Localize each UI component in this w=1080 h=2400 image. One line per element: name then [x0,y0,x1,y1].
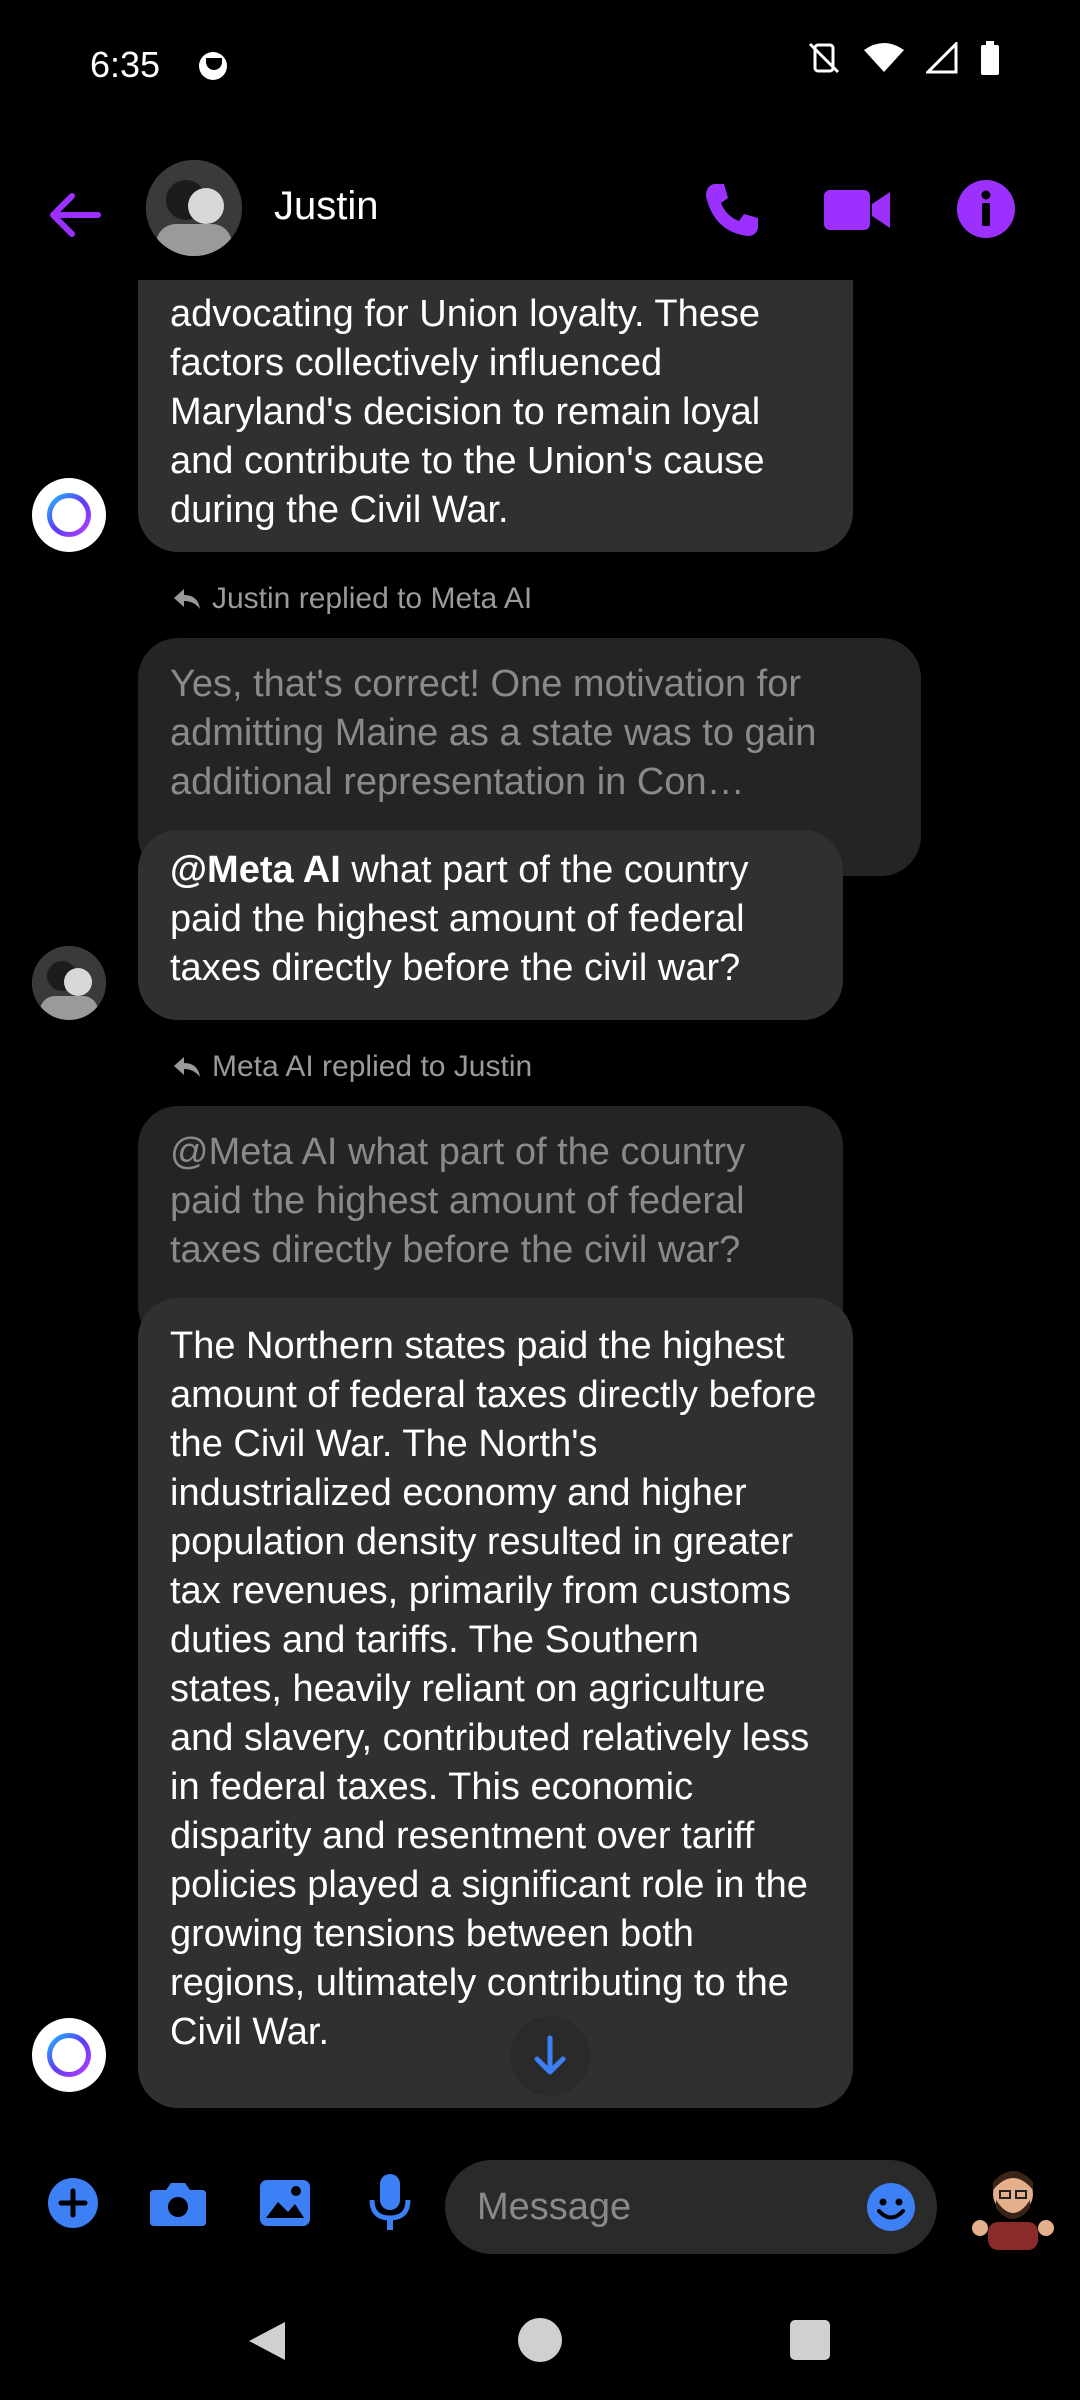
reply-arrow-icon [174,1057,200,1077]
reply-indicator: Meta AI replied to Justin [172,1050,532,1084]
info-icon[interactable] [955,178,1017,240]
message-list[interactable]: advocating for Union loyalty. These fact… [0,280,1080,2130]
scroll-to-bottom-button[interactable] [510,2016,590,2096]
ai-message-bubble[interactable]: advocating for Union loyalty. These fact… [138,280,853,552]
phone-icon[interactable] [700,178,764,242]
ai-message-bubble[interactable]: The Northern states paid the highest amo… [138,1298,853,2108]
user-message-bubble[interactable]: @Meta AI what part of the country paid t… [138,830,843,1020]
avatar-sticker-icon[interactable] [970,2164,1056,2250]
emoji-icon[interactable] [866,2182,916,2232]
wifi-icon [864,42,904,79]
contact-name[interactable]: Justin [274,184,379,229]
vibrate-off-icon [806,40,842,81]
reply-arrow-icon [174,589,200,609]
quoted-message-text: Yes, that's correct! One motivation for … [170,663,817,803]
ai-message-text: The Northern states paid the highest amo… [170,1325,817,2053]
status-bar: 6:35 [0,0,1080,135]
message-composer [0,2150,1080,2270]
notification-icon [199,52,227,80]
message-input[interactable] [445,2160,937,2254]
sender-avatar[interactable] [32,946,106,1020]
reply-indicator-text: Justin replied to Meta AI [212,582,533,615]
reply-indicator-text: Meta AI replied to Justin [212,1050,533,1083]
back-arrow-icon[interactable] [40,180,110,250]
battery-icon [980,41,1000,80]
system-nav-bar [0,2280,1080,2400]
quoted-message-text: @Meta AI what part of the country paid t… [170,1131,746,1271]
status-time: 6:35 [90,44,161,85]
nav-home-icon[interactable] [518,2318,562,2362]
contact-avatar[interactable] [146,160,242,256]
nav-back-icon[interactable] [245,2318,289,2364]
video-camera-icon[interactable] [822,178,892,242]
mention[interactable]: @Meta AI [170,849,341,891]
plus-icon[interactable] [46,2176,100,2230]
ai-message-text: advocating for Union loyalty. These fact… [170,293,765,531]
image-icon[interactable] [258,2176,312,2230]
camera-icon[interactable] [148,2180,208,2228]
arrow-down-icon [534,2035,566,2075]
meta-ai-avatar[interactable] [32,2018,106,2092]
nav-recents-icon[interactable] [790,2320,830,2360]
meta-ai-avatar[interactable] [32,478,106,552]
reply-indicator: Justin replied to Meta AI [172,582,532,616]
status-icons [806,40,1000,81]
signal-icon [924,40,958,79]
microphone-icon[interactable] [368,2172,412,2232]
chat-header: Justin [0,150,1080,280]
